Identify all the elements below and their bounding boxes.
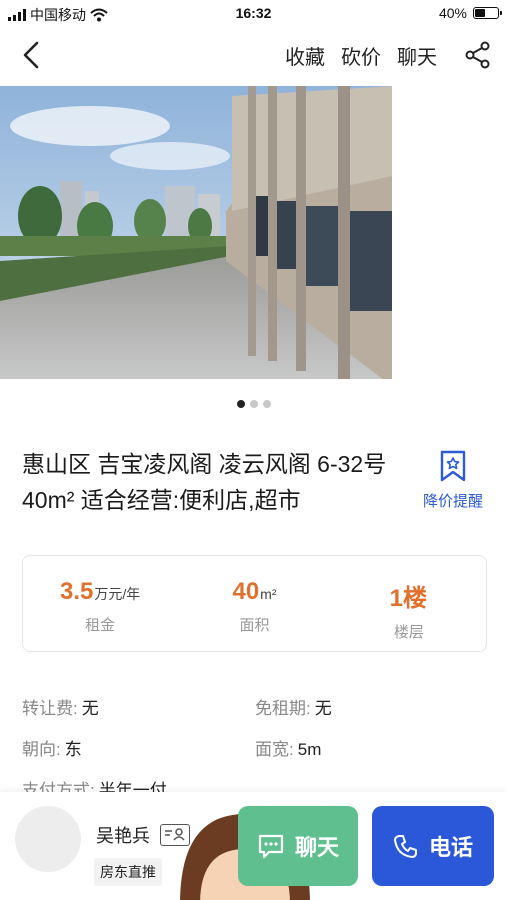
storefront-street-image	[0, 86, 392, 379]
stat-value: 3.5	[60, 578, 94, 605]
battery-icon	[473, 7, 502, 19]
detail-frontage: 面宽: 5m	[255, 740, 322, 759]
chat-button-label: 聊天	[294, 835, 339, 860]
property-photo[interactable]	[0, 86, 392, 379]
price-alert-label: 降价提醒	[422, 493, 483, 510]
stat-unit: m²	[260, 586, 277, 602]
stat-rent: 3.5万元/年 租金	[23, 556, 177, 651]
back-button[interactable]	[14, 38, 48, 72]
gallery-dot[interactable]	[262, 400, 271, 408]
bookmark-star-icon	[440, 450, 466, 482]
phone-icon	[393, 835, 417, 858]
back-arrow-icon	[23, 41, 39, 69]
status-time: 16:32	[235, 5, 272, 21]
call-button-label: 电话	[428, 835, 473, 860]
bargain-button[interactable]: 砍价	[341, 41, 381, 70]
details-list: 转让费: 无 免租期: 无 朝向: 东 面宽: 5m 支付方式: 半年一付	[22, 694, 492, 798]
stat-label: 楼层	[393, 624, 424, 641]
stat-unit: 万元/年	[94, 586, 141, 602]
chat-nav-button[interactable]: 聊天	[397, 41, 437, 70]
stat-area: 40m² 面积	[177, 556, 331, 651]
stat-value: 40	[232, 578, 260, 605]
favorite-button[interactable]: 收藏	[285, 41, 325, 70]
stat-label: 面积	[239, 617, 270, 634]
call-button[interactable]: 电话	[372, 806, 494, 886]
bottom-action-bar: 吴艳兵 房东直推 聊天 电话	[0, 792, 507, 900]
stat-label: 租金	[85, 617, 116, 634]
detail-orientation: 朝向: 东	[22, 740, 82, 759]
detail-transfer-fee: 转让费: 无	[22, 699, 99, 718]
top-nav: 收藏 砍价 聊天	[0, 30, 507, 80]
detail-rent-free: 免租期: 无	[255, 699, 332, 718]
chat-bubble-icon	[258, 834, 284, 859]
share-icon	[465, 41, 490, 69]
stats-card: 3.5万元/年 租金 40m² 面积 1楼 楼层	[22, 555, 487, 652]
landlord-direct-badge: 房东直推	[94, 858, 162, 886]
gallery-indicator	[0, 400, 507, 408]
agent-name: 吴艳兵	[96, 826, 150, 846]
status-bar: 中国移动 16:32 40%	[0, 0, 507, 28]
share-button[interactable]	[463, 40, 493, 70]
battery-percent: 40%	[438, 5, 467, 21]
avatar[interactable]	[15, 806, 81, 872]
price-alert-button[interactable]: 降价提醒	[418, 450, 488, 511]
chat-button[interactable]: 聊天	[238, 806, 358, 886]
gallery-dot[interactable]	[236, 400, 245, 408]
listing-title: 惠山区 吉宝凌风阁 凌云风阁 6-32号 40m² 适合经营:便利店,超市	[22, 451, 387, 513]
gallery-dot[interactable]	[249, 400, 258, 408]
stat-value: 1楼	[389, 585, 427, 612]
id-card-icon[interactable]	[160, 824, 190, 846]
stat-floor: 1楼 楼层	[332, 556, 486, 651]
